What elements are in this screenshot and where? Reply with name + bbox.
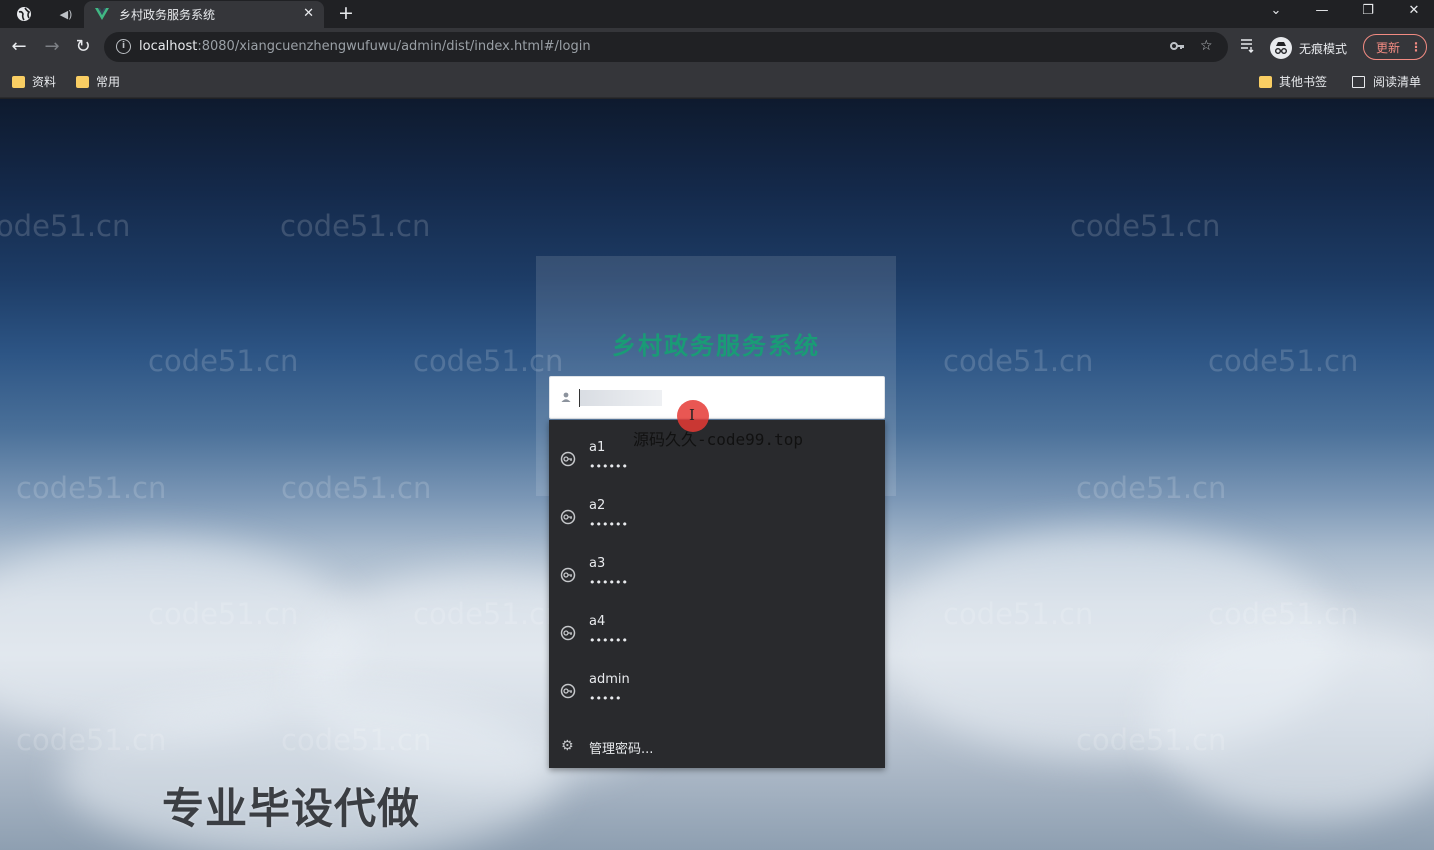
watermark: code51.cn	[148, 344, 299, 378]
other-bookmarks[interactable]: 其他书签	[1259, 73, 1327, 90]
key-icon	[560, 451, 576, 467]
info-icon[interactable]: i	[116, 39, 131, 54]
bookmark-label: 常用	[96, 75, 121, 89]
manage-passwords-item[interactable]: ⚙ 管理密码...	[549, 730, 885, 766]
key-icon[interactable]	[1169, 38, 1185, 58]
source-overlay-text: 源码久久-code99.top	[633, 430, 803, 449]
minimize-button[interactable]: —	[1312, 3, 1332, 18]
text-caret	[579, 389, 580, 407]
key-icon	[560, 509, 576, 525]
update-button[interactable]: 更新 ⋮	[1363, 34, 1427, 60]
url-host: localhost	[139, 39, 198, 54]
browser-toolbar: ← → ↻ i localhost:8080/xiangcuenzhengwuf…	[0, 28, 1434, 66]
key-icon	[560, 625, 576, 641]
system-title: 乡村政务服务系统	[612, 332, 820, 360]
bookmark-folder[interactable]: 资料	[12, 73, 56, 90]
autofill-password: ••••••	[589, 576, 628, 589]
page-viewport: code51.cn code51.cn code51.cn code51.cn …	[0, 99, 1434, 850]
update-label: 更新	[1376, 40, 1401, 55]
forward-button[interactable]: →	[41, 36, 63, 58]
menu-dots-icon: ⋮	[1410, 40, 1423, 54]
reload-button[interactable]: ↻	[72, 36, 94, 58]
watermark: code51.cn	[943, 344, 1094, 378]
autofill-username: a1	[589, 440, 606, 455]
autofill-password: ••••••	[589, 460, 628, 473]
speaker-icon[interactable]: ◀)	[54, 4, 78, 24]
text-cursor-icon: I	[689, 406, 695, 424]
user-icon	[561, 392, 571, 402]
incognito-label[interactable]: 无痕模式	[1299, 40, 1347, 57]
tab-active[interactable]: 乡村政务服务系统 ✕	[84, 1, 324, 28]
autofill-item[interactable]: a2 ••••••	[549, 494, 885, 550]
bookmark-label: 其他书签	[1279, 75, 1328, 89]
username-input[interactable]	[579, 387, 869, 409]
autofill-username: a3	[589, 556, 606, 571]
close-tab-icon[interactable]: ✕	[303, 6, 314, 21]
bookmark-label: 资料	[32, 75, 57, 89]
autofill-password: ••••••	[589, 518, 628, 531]
key-icon	[560, 683, 576, 699]
watermark: code51.cn	[16, 471, 167, 505]
new-tab-button[interactable]: +	[336, 2, 356, 24]
incognito-icon[interactable]	[1270, 37, 1292, 59]
vue-logo-icon	[95, 8, 109, 20]
watermark: code51.cn	[280, 209, 431, 243]
star-icon[interactable]: ☆	[1200, 38, 1213, 54]
autofill-item[interactable]: admin •••••	[549, 668, 885, 724]
tab-title: 乡村政务服务系统	[119, 8, 216, 22]
autofill-username: admin	[589, 672, 630, 687]
address-bar[interactable]: i localhost:8080/xiangcuenzhengwufuwu/ad…	[104, 32, 1228, 62]
key-icon	[560, 567, 576, 583]
username-field[interactable]	[549, 376, 885, 419]
promo-overlay-text: 专业毕设代做	[162, 784, 421, 833]
autofill-item[interactable]: a4 ••••••	[549, 610, 885, 666]
reading-list-label: 阅读清单	[1373, 75, 1422, 89]
reading-list[interactable]: 阅读清单	[1352, 73, 1421, 90]
watermark: code51.cn	[1208, 344, 1359, 378]
restore-button[interactable]: ❐	[1358, 3, 1378, 18]
autofill-password: ••••••	[589, 634, 628, 647]
tab-strip: ◀) 乡村政务服务系统 ✕ + ⌄ — ❐ ✕	[0, 0, 1434, 28]
autofill-username: a2	[589, 498, 606, 513]
folder-icon	[1259, 75, 1272, 88]
watermark: code51.cn	[0, 209, 131, 243]
autofill-item[interactable]: a3 ••••••	[549, 552, 885, 608]
watermark: code51.cn	[1070, 209, 1221, 243]
folder-icon	[76, 75, 89, 88]
bookmark-folder[interactable]: 常用	[76, 73, 120, 90]
autofill-username: a4	[589, 614, 606, 629]
reading-list-icon	[1352, 75, 1365, 88]
reading-queue-icon[interactable]	[1240, 37, 1256, 57]
watermark: code51.cn	[1076, 471, 1227, 505]
autofill-dropdown: a1 •••••• a2 •••••• a3 •••••• a4 •••••• …	[549, 420, 885, 768]
url-path: :8080/xiangcuenzhengwufuwu/admin/dist/in…	[197, 39, 591, 54]
autofill-password: •••••	[589, 692, 622, 705]
back-button[interactable]: ←	[8, 36, 30, 58]
watermark: code51.cn	[281, 471, 432, 505]
tab-search-icon[interactable]: ⌄	[1266, 3, 1286, 18]
folder-icon	[12, 75, 25, 88]
url-text[interactable]: localhost:8080/xiangcuenzhengwufuwu/admi…	[139, 39, 591, 54]
bookmarks-bar: 资料 常用 其他书签 阅读清单	[0, 66, 1434, 98]
manage-passwords-label: 管理密码...	[589, 742, 654, 757]
gear-icon: ⚙	[561, 738, 574, 754]
close-window-button[interactable]: ✕	[1404, 3, 1424, 18]
globe-icon[interactable]	[10, 4, 38, 24]
